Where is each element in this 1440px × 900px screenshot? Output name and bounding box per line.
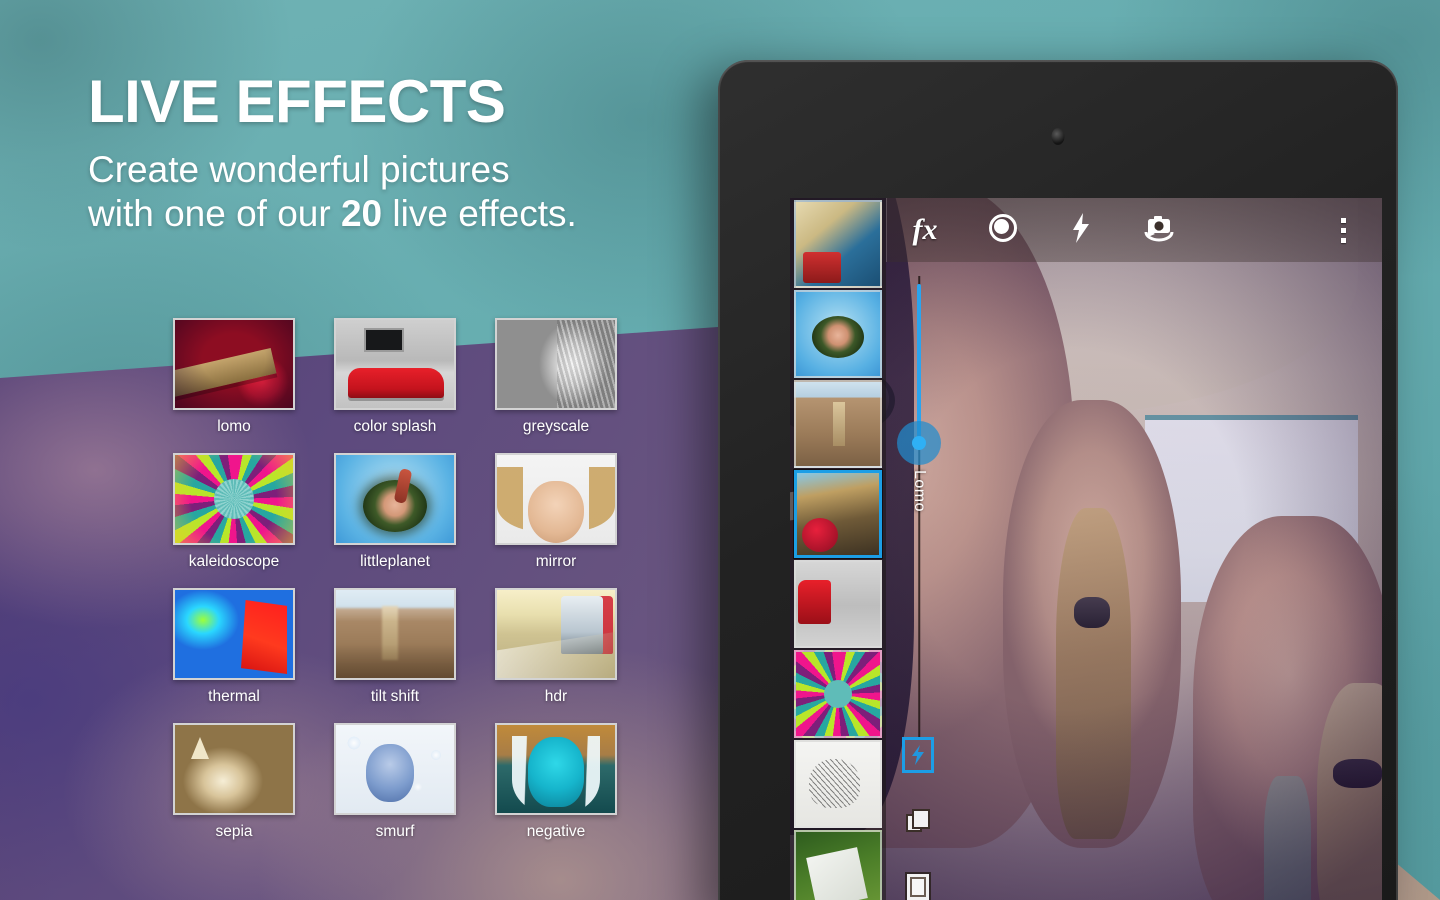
effect-label: sepia xyxy=(215,823,253,840)
effect-preview-image xyxy=(175,455,293,543)
effect-thumbnail[interactable] xyxy=(334,588,456,680)
effect-card[interactable]: color splash xyxy=(324,318,466,436)
effect-preview-image xyxy=(497,455,615,543)
copy-icon xyxy=(906,809,930,833)
effect-preview-image xyxy=(497,320,615,408)
page-subtitle: Create wonderful pictures with one of ou… xyxy=(88,148,728,235)
effects-fx-button[interactable]: fx xyxy=(886,198,964,262)
effect-label: hdr xyxy=(544,688,568,705)
color-circle-icon xyxy=(988,213,1018,248)
effect-thumbnail[interactable] xyxy=(173,318,295,410)
fx-icon: fx xyxy=(912,213,938,246)
subtitle-suffix: live effects. xyxy=(382,192,577,234)
slider-thumb[interactable] xyxy=(897,421,941,465)
effect-label: littleplanet xyxy=(360,553,430,570)
filmstrip-item-littleplanet[interactable] xyxy=(794,290,882,378)
effect-thumbnail[interactable] xyxy=(495,588,617,680)
effect-thumbnail[interactable] xyxy=(173,453,295,545)
effect-intensity-slider[interactable]: Lomo xyxy=(890,276,948,740)
effects-count: 20 xyxy=(340,192,383,234)
camera-mode-bar xyxy=(886,736,950,900)
filmstrip-item-sketch[interactable] xyxy=(794,740,882,828)
flash-button[interactable] xyxy=(1042,198,1120,262)
effect-thumbnail[interactable] xyxy=(495,453,617,545)
filmstrip-item-green[interactable] xyxy=(794,830,882,900)
subtitle-prefix: with one of our xyxy=(88,192,341,234)
effect-label: smurf xyxy=(375,823,415,840)
effect-label: kaleidoscope xyxy=(188,553,280,570)
effect-label: mirror xyxy=(535,553,577,570)
effect-preview-image xyxy=(175,725,293,813)
switch-camera-button[interactable] xyxy=(1120,198,1198,262)
filmstrip-item-original[interactable] xyxy=(794,200,882,288)
effect-thumbnail[interactable] xyxy=(495,723,617,815)
effect-card[interactable]: mirror xyxy=(485,453,627,571)
filmstrip-item-colorsplash[interactable] xyxy=(794,560,882,648)
camera-switch-icon xyxy=(1142,213,1176,248)
subtitle-line-2: with one of our 20 live effects. xyxy=(88,192,728,236)
filmstrip-item-kaleidoscope[interactable] xyxy=(794,650,882,738)
camera-toolbar: fx xyxy=(886,198,1382,262)
effect-label: thermal xyxy=(208,688,260,705)
slider-track-filled xyxy=(917,284,921,444)
effect-card[interactable]: smurf xyxy=(324,723,466,841)
effect-preview-image xyxy=(497,725,615,813)
effect-card[interactable]: tilt shift xyxy=(324,588,466,706)
effect-card[interactable]: kaleidoscope xyxy=(163,453,305,571)
effect-preview-image xyxy=(336,725,454,813)
effect-preview-image xyxy=(336,590,454,678)
burst-mode-button[interactable] xyxy=(901,802,935,840)
filmstrip-item-tiltshift[interactable] xyxy=(794,380,882,468)
more-vert-icon xyxy=(1340,217,1346,243)
effect-card[interactable]: thermal xyxy=(163,588,305,706)
effect-thumbnail[interactable] xyxy=(173,723,295,815)
single-shot-button[interactable] xyxy=(901,868,935,900)
effect-filmstrip[interactable] xyxy=(790,198,886,900)
overflow-menu-button[interactable] xyxy=(1304,198,1382,262)
effect-preview-image xyxy=(497,590,615,678)
effect-label: negative xyxy=(526,823,586,840)
effect-card[interactable]: littleplanet xyxy=(324,453,466,571)
subtitle-line-1: Create wonderful pictures xyxy=(88,149,510,190)
flash-mode-button[interactable] xyxy=(901,736,935,774)
effect-card[interactable]: hdr xyxy=(485,588,627,706)
toolbar-divider xyxy=(886,198,887,262)
effect-thumbnail[interactable] xyxy=(334,318,456,410)
front-camera-icon xyxy=(1051,128,1065,145)
effect-card[interactable]: greyscale xyxy=(485,318,627,436)
effect-thumbnail[interactable] xyxy=(173,588,295,680)
effect-preview-image xyxy=(336,455,454,543)
headline-block: LIVE EFFECTS Create wonderful pictures w… xyxy=(88,72,728,235)
tablet-screen: fx Lomo xyxy=(790,198,1382,900)
effect-card[interactable]: lomo xyxy=(163,318,305,436)
effect-label: lomo xyxy=(217,418,251,435)
effect-thumbnail[interactable] xyxy=(495,318,617,410)
filmstrip-item-lomo[interactable] xyxy=(794,470,882,558)
color-effect-button[interactable] xyxy=(964,198,1042,262)
page-title: LIVE EFFECTS xyxy=(88,68,506,135)
effect-preview-image xyxy=(175,590,293,678)
effect-card[interactable]: sepia xyxy=(163,723,305,841)
frame-icon xyxy=(907,874,929,900)
effects-grid: lomo color splash greyscale kaleidoscope lit… xyxy=(163,318,627,841)
effect-thumbnail[interactable] xyxy=(334,453,456,545)
flash-bolt-icon xyxy=(1072,212,1090,248)
effect-preview-image xyxy=(336,320,454,408)
effect-thumbnail[interactable] xyxy=(334,723,456,815)
slider-label: Lomo xyxy=(911,469,928,513)
effect-label: greyscale xyxy=(522,418,590,435)
effect-card[interactable]: negative xyxy=(485,723,627,841)
effect-preview-image xyxy=(175,320,293,408)
flash-icon xyxy=(902,737,934,773)
effect-label: color splash xyxy=(353,418,437,435)
effect-label: tilt shift xyxy=(370,688,420,705)
tablet-device: fx Lomo xyxy=(718,60,1398,900)
